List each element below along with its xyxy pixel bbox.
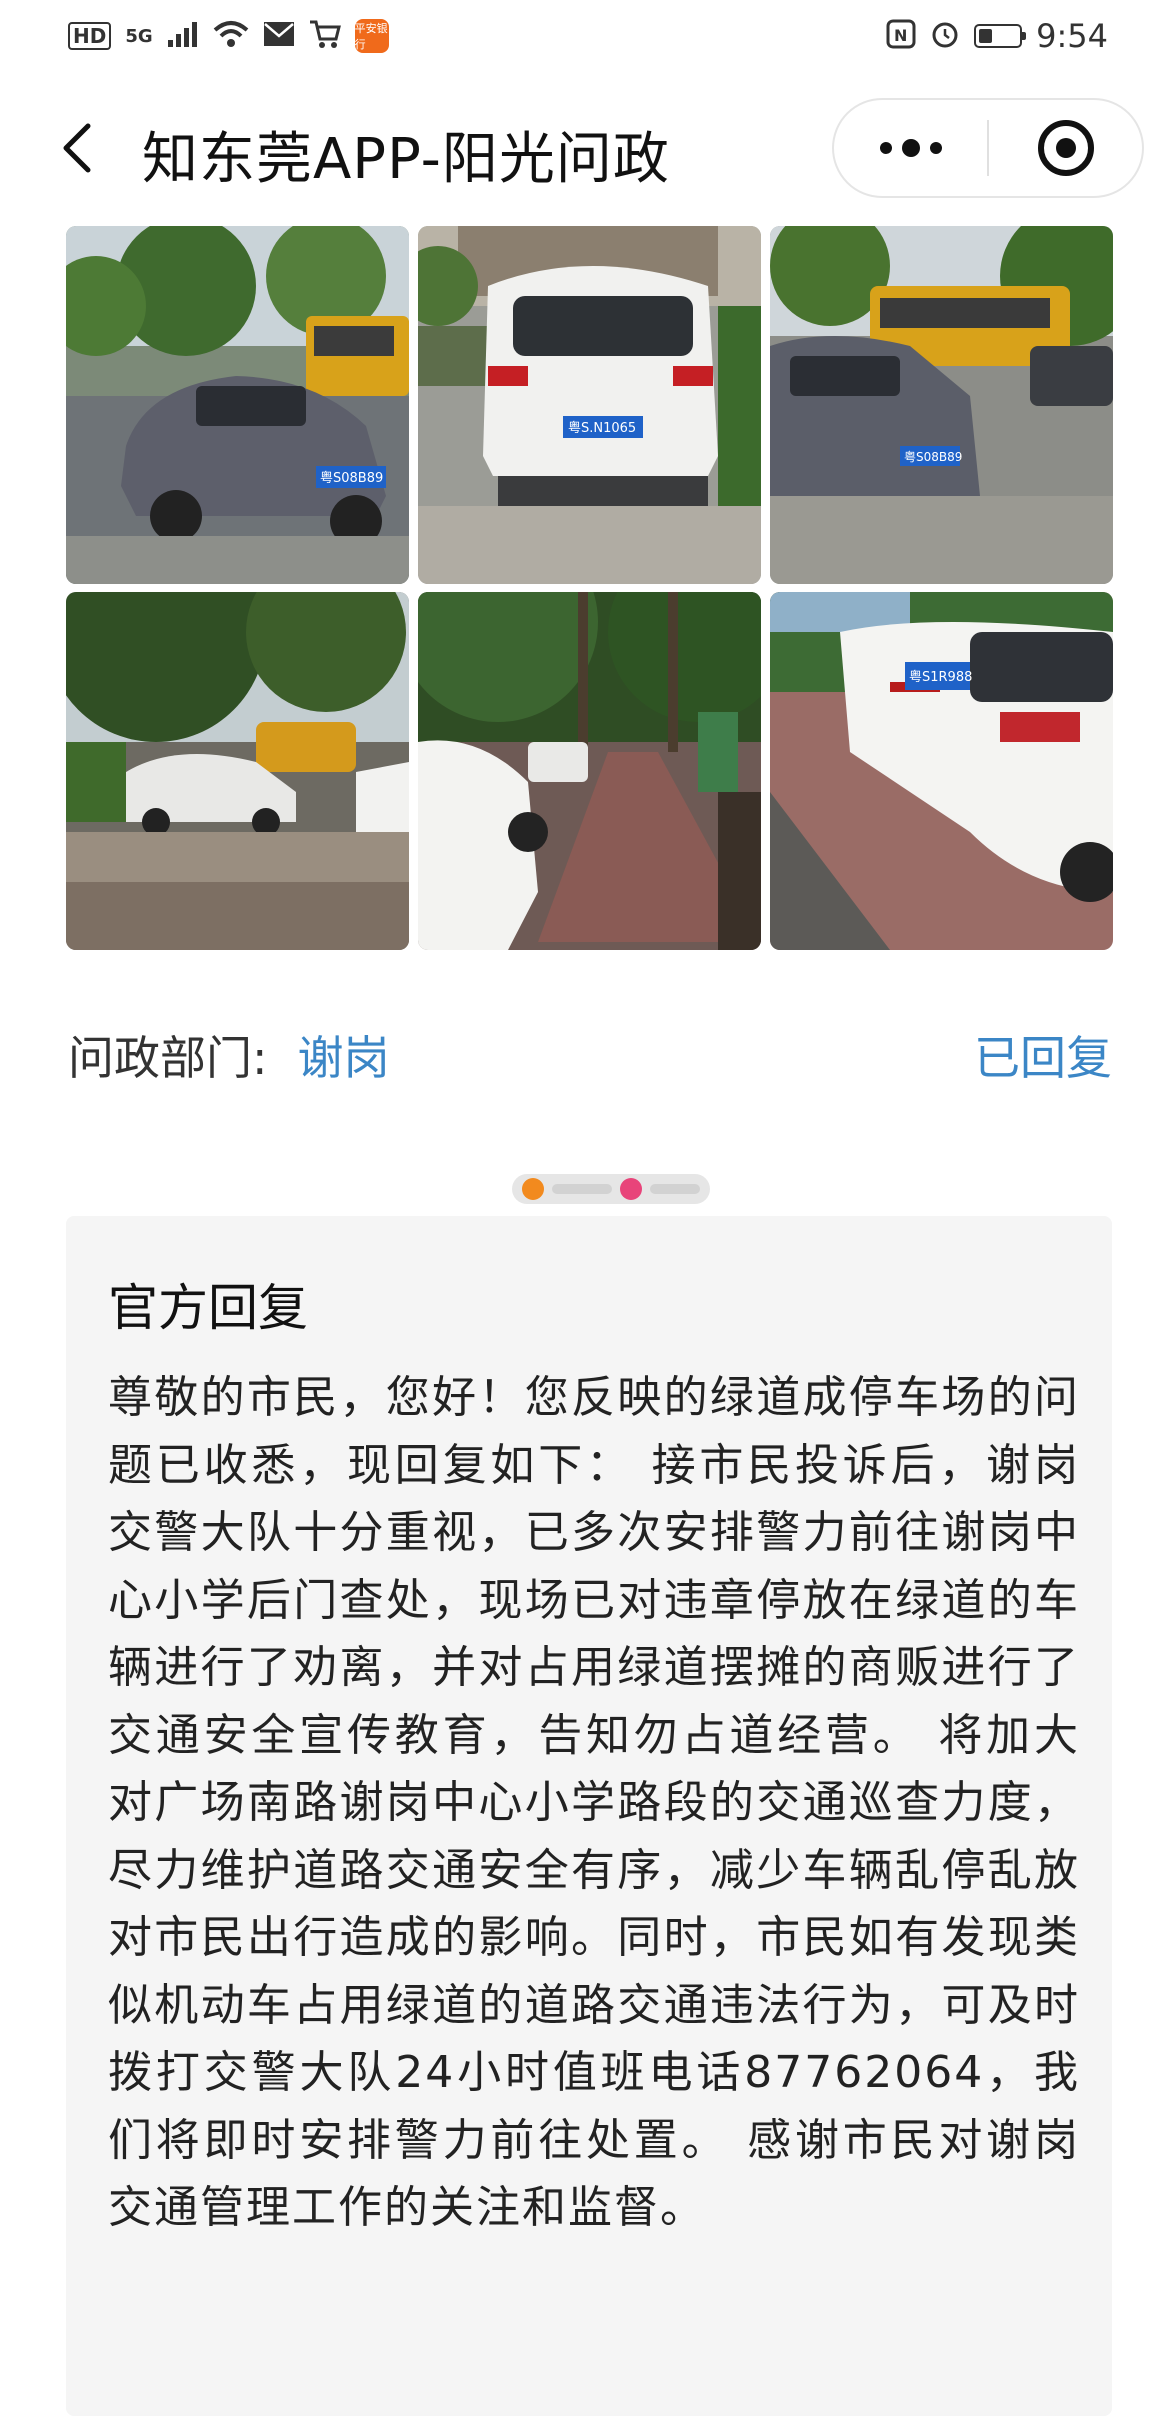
- license-plate: 粤S1R988: [909, 669, 972, 685]
- back-button[interactable]: [48, 118, 104, 178]
- svg-text:N: N: [894, 26, 907, 45]
- status-bar-right: N 9:54: [886, 17, 1108, 55]
- close-capsule-button[interactable]: [989, 100, 1142, 196]
- battery-icon: [974, 24, 1027, 48]
- official-reply-card: 官方回复 尊敬的市民，您好！您反映的绿道成停车场的问题已收悉，现回复如下： 接市…: [66, 1216, 1112, 2416]
- photo-thumbnail[interactable]: 粤S08B89: [770, 226, 1113, 584]
- nfc-icon: N: [886, 19, 916, 53]
- page-title: 知东莞APP-阳光问政: [142, 127, 670, 192]
- license-plate: 粤S.N1065: [568, 420, 636, 436]
- logo-icon: [522, 1178, 544, 1200]
- network-type: 5G: [125, 25, 153, 47]
- photo-grid: 粤S08B89 粤S.N1065 粤S08B89 粤S1R988: [66, 226, 1113, 950]
- status-bar-left: HD 5G 平安银行: [68, 19, 389, 53]
- status-bar: HD 5G 平安银行 N 9:54: [0, 0, 1176, 72]
- reply-title: 官方回复: [108, 1279, 308, 1337]
- department-link[interactable]: 谢岗: [298, 1022, 390, 1088]
- photo-thumbnail[interactable]: [66, 592, 409, 950]
- mail-icon: [263, 21, 295, 51]
- alarm-icon: [930, 19, 960, 53]
- license-plate: 粤S08B89: [904, 449, 962, 464]
- wifi-icon: [213, 20, 249, 52]
- cart-icon: [309, 19, 341, 53]
- department-row: 问政部门: 谢岗 已回复: [68, 1020, 1112, 1090]
- more-button[interactable]: [834, 100, 987, 196]
- clock: 9:54: [1036, 17, 1108, 55]
- photo-thumbnail[interactable]: 粤S08B89: [66, 226, 409, 584]
- bank-app-icon: 平安银行: [354, 19, 389, 53]
- photo-thumbnail[interactable]: 粤S1R988: [770, 592, 1113, 950]
- battery-level: [979, 29, 993, 43]
- signal-icon: [167, 20, 199, 52]
- reply-body: 尊敬的市民，您好！您反映的绿道成停车场的问题已收悉，现回复如下： 接市民投诉后，…: [108, 1372, 1080, 2233]
- mini-program-capsule: [832, 98, 1144, 198]
- nav-header: 知东莞APP-阳光问政: [0, 88, 1176, 208]
- record-icon: [1037, 120, 1094, 176]
- hd-indicator: HD: [68, 22, 112, 50]
- watermark-text: [650, 1184, 700, 1194]
- photo-thumbnail[interactable]: [418, 592, 761, 950]
- department-label: 问政部门:: [68, 1031, 268, 1085]
- more-icon: [879, 139, 942, 157]
- back-icon: [63, 123, 91, 173]
- license-plate: 粤S08B89: [320, 470, 383, 486]
- photo-thumbnail[interactable]: 粤S.N1065: [418, 226, 761, 584]
- watermark-text: [552, 1184, 612, 1194]
- watermark-badge: [512, 1174, 710, 1204]
- reply-status[interactable]: 已回复: [974, 1022, 1112, 1088]
- camera-icon: [620, 1178, 642, 1200]
